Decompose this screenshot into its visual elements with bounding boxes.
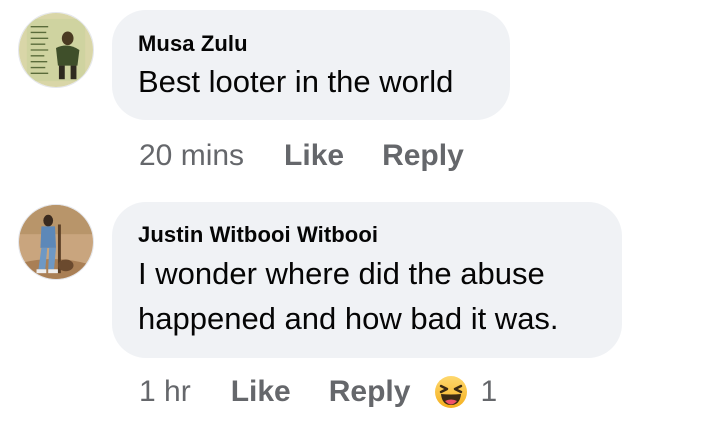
comment-text: Best looter in the world bbox=[138, 64, 454, 99]
reaction-summary[interactable]: 1 bbox=[434, 375, 497, 409]
comment-actions: 20 mins Like Reply bbox=[139, 136, 502, 176]
comment-author[interactable]: Justin Witbooi Witbooi bbox=[138, 222, 378, 248]
avatar[interactable] bbox=[18, 204, 94, 280]
comment-bubble: Musa Zulu Best looter in the world bbox=[112, 10, 510, 120]
comment-timestamp[interactable]: 1 hr bbox=[139, 375, 191, 409]
comment-text-line-2: happened and how bad it was. bbox=[138, 301, 559, 336]
reaction-count: 1 bbox=[480, 375, 498, 408]
comment-musa-zulu: Musa Zulu Best looter in the world 20 mi… bbox=[0, 0, 720, 190]
avatar-image bbox=[19, 13, 93, 87]
comment-author[interactable]: Musa Zulu bbox=[138, 31, 248, 57]
avatar-image bbox=[19, 205, 93, 279]
comment-timestamp[interactable]: 20 mins bbox=[139, 139, 244, 173]
reply-button[interactable]: Reply bbox=[382, 139, 464, 173]
haha-emoji-icon bbox=[435, 376, 468, 408]
comment-text-line-1: I wonder where did the abuse bbox=[138, 256, 545, 291]
comment-justin-witbooi: Justin Witbooi Witbooi I wonder where di… bbox=[0, 190, 720, 434]
like-button[interactable]: Like bbox=[284, 139, 344, 173]
reply-button[interactable]: Reply bbox=[329, 375, 411, 409]
avatar[interactable] bbox=[18, 12, 94, 88]
comment-actions: 1 hr Like Reply 1 bbox=[139, 372, 497, 412]
like-button[interactable]: Like bbox=[231, 375, 291, 409]
comment-bubble: Justin Witbooi Witbooi I wonder where di… bbox=[112, 202, 622, 358]
